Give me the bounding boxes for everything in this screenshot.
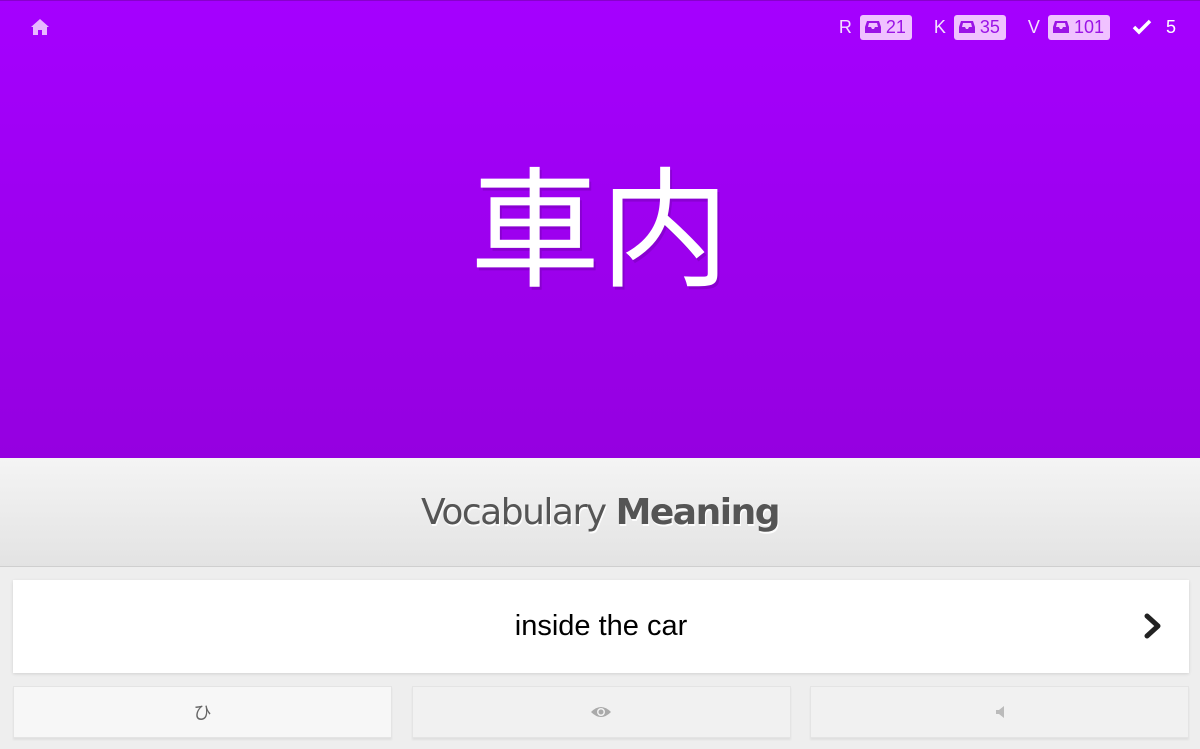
counter-count: 101 [1073, 16, 1104, 37]
counter-badge: 21 [859, 14, 912, 40]
question-category: Meaning [615, 491, 781, 533]
kana-chart-button[interactable]: ひ [13, 686, 392, 738]
counter-letter: K [933, 16, 946, 37]
chevron-right-icon [1144, 613, 1161, 639]
home-button[interactable] [28, 15, 52, 39]
answer-form [13, 580, 1189, 673]
counter-count: 21 [885, 16, 906, 37]
check-icon [1132, 19, 1152, 35]
home-icon [31, 19, 49, 35]
audio-button[interactable] [810, 686, 1189, 738]
character-card: R 21 K 35 V 101 5 車内 [0, 0, 1200, 458]
counter-badge: 35 [953, 14, 1006, 40]
counter-count: 35 [979, 16, 1000, 37]
counter-letter: R [838, 16, 852, 37]
kana-label: ひ [193, 703, 212, 724]
counter-vocabulary[interactable]: V 101 [1027, 14, 1110, 40]
inbox-icon [1052, 20, 1070, 34]
counter-radicals[interactable]: R 21 [838, 14, 912, 40]
submit-button[interactable] [1137, 610, 1169, 642]
completed-count: 5 [1165, 16, 1176, 37]
question-type: Vocabulary [421, 491, 607, 533]
speaker-icon [995, 706, 1004, 718]
counter-badge: 101 [1047, 14, 1110, 40]
question-prompt: Vocabulary Meaning [0, 458, 1200, 567]
counter-letter: V [1027, 16, 1040, 37]
counter-kanji[interactable]: K 35 [933, 14, 1006, 40]
inbox-icon [864, 20, 882, 34]
inbox-icon [958, 20, 976, 34]
item-info-button[interactable] [411, 686, 791, 738]
eye-icon [591, 707, 611, 717]
vocabulary-character: 車内 [469, 155, 730, 307]
completed-counter: 5 [1132, 17, 1176, 38]
answer-input[interactable] [13, 580, 1189, 673]
review-counters: R 21 K 35 V 101 5 [817, 13, 1176, 41]
additional-content-toolbar: ひ [13, 686, 1189, 738]
